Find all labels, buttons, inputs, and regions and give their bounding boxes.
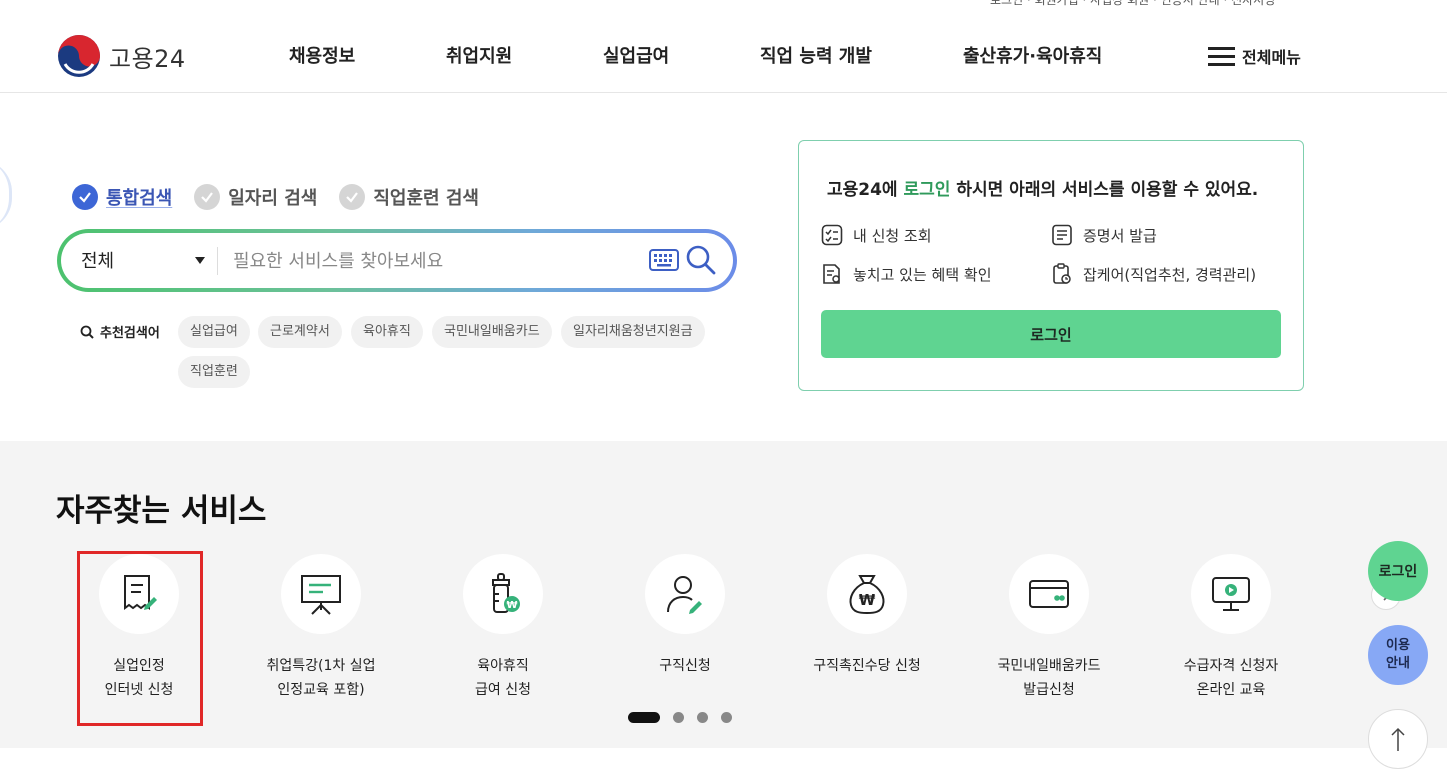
tab-training-search[interactable]: 직업훈련 검색 [339, 184, 479, 210]
service-my-applications[interactable]: 내 신청 조회 [821, 224, 932, 246]
baby-bottle-won-icon: ₩ [492, 573, 520, 613]
page-dot-active[interactable] [628, 712, 660, 723]
printer-doc-icon [1052, 224, 1072, 246]
page-dot[interactable] [697, 712, 708, 723]
nav-employment-support[interactable]: 취업지원 [446, 42, 512, 68]
scroll-top-button[interactable] [1368, 709, 1428, 769]
decorative-arc [0, 160, 12, 230]
keyword-chip[interactable]: 국민내일배움카드 [432, 316, 552, 348]
section-title: 자주찾는 서비스 [56, 493, 267, 529]
login-button[interactable]: 로그인 [821, 310, 1281, 358]
search-input[interactable] [233, 243, 633, 279]
tab-label: 직업훈련 검색 [373, 188, 479, 209]
login-panel: 고용24에 로그인 하시면 아래의 서비스를 이용할 수 있어요. 내 신청 조… [798, 140, 1304, 391]
search-tabs: 통합검색 일자리 검색 직업훈련 검색 [72, 184, 501, 210]
divider [217, 247, 218, 275]
person-edit-icon [667, 576, 702, 614]
service-card-online-education[interactable]: 수급자격 신청자 온라인 교육 [1141, 554, 1321, 702]
service-card-learning-card[interactable]: 국민내일배움카드 발급신청 [959, 554, 1139, 702]
presentation-board-icon [301, 575, 341, 615]
svg-text:₩: ₩ [859, 591, 876, 609]
check-circle-icon [194, 184, 221, 210]
nav-parental-leave[interactable]: 출산휴가·육아휴직 [963, 42, 1102, 68]
tab-label: 통합검색 [106, 188, 173, 209]
service-card-employment-lecture[interactable]: 취업특강(1차 실업 인정교육 포함) [231, 554, 411, 702]
tab-label: 일자리 검색 [228, 188, 318, 209]
checklist-icon [821, 224, 843, 246]
monitor-play-icon [1212, 577, 1250, 611]
all-menu-button[interactable]: 전체메뉴 [1208, 44, 1301, 68]
keyword-chip[interactable]: 실업급여 [178, 316, 250, 348]
nav-vocational-training[interactable]: 직업 능력 개발 [760, 42, 872, 68]
floating-login-button[interactable]: 로그인 [1368, 541, 1428, 601]
check-circle-icon [72, 184, 98, 210]
service-certificate[interactable]: 증명서 발급 [1051, 224, 1157, 246]
search-small-icon [80, 325, 94, 339]
clipboard-clock-icon [1053, 263, 1071, 284]
hamburger-icon [1208, 46, 1235, 66]
recommended-keywords-label: 추천검색어 [80, 322, 160, 341]
header: 로그인 · 회원가입 · 사업장 회원 · 인증서 안내 · 전자서명 고용24… [0, 0, 1447, 93]
category-select[interactable]: 전체 [81, 247, 114, 273]
search-box: 전체 [57, 229, 737, 292]
login-highlight: 로그인 [903, 180, 951, 200]
service-card-parental-leave-benefit[interactable]: ₩ 육아휴직 급여 신청 [413, 554, 593, 702]
service-jobcare[interactable]: 잡케어(직업추천, 경력관리) [1051, 263, 1256, 285]
money-bag-icon: ₩ [849, 575, 885, 615]
keyword-chip[interactable]: 육아휴직 [351, 316, 423, 348]
all-menu-label: 전체메뉴 [1242, 48, 1301, 67]
selection-highlight [77, 551, 203, 726]
search-icon[interactable] [685, 244, 717, 276]
page-dot[interactable] [673, 712, 684, 723]
floating-guide-button[interactable]: 이용 안내 [1368, 625, 1428, 685]
check-circle-icon [339, 184, 366, 210]
keyword-chip[interactable]: 일자리채움청년지원금 [561, 316, 705, 348]
login-message: 고용24에 로그인 하시면 아래의 서비스를 이용할 수 있어요. [827, 180, 1259, 200]
keyboard-icon[interactable] [649, 249, 679, 271]
arrow-up-icon [1391, 727, 1405, 751]
nav-unemployment-benefit[interactable]: 실업급여 [603, 42, 669, 68]
document-search-icon [823, 264, 840, 284]
nav-job-info[interactable]: 채용정보 [289, 42, 355, 68]
tab-integrated-search[interactable]: 통합검색 [72, 184, 172, 210]
card-icon [1029, 580, 1069, 608]
page-dot[interactable] [721, 712, 732, 723]
keyword-chip[interactable]: 근로계약서 [258, 316, 342, 348]
caret-down-icon[interactable] [195, 257, 205, 264]
tab-job-search[interactable]: 일자리 검색 [194, 184, 317, 210]
carousel-pagination [628, 712, 745, 723]
service-card-job-application[interactable]: 구직신청 [595, 554, 775, 678]
service-card-job-promotion-allowance[interactable]: ₩ 구직촉진수당 신청 [777, 554, 957, 678]
service-missed-benefits[interactable]: 놓치고 있는 혜택 확인 [821, 263, 992, 285]
keyword-chip[interactable]: 직업훈련 [178, 356, 250, 388]
svg-text:₩: ₩ [506, 600, 517, 611]
frequent-services-section: 자주찾는 서비스 실업인정인터넷 신청 취업특강(1차 실업인정교육 포함) [0, 441, 1447, 748]
